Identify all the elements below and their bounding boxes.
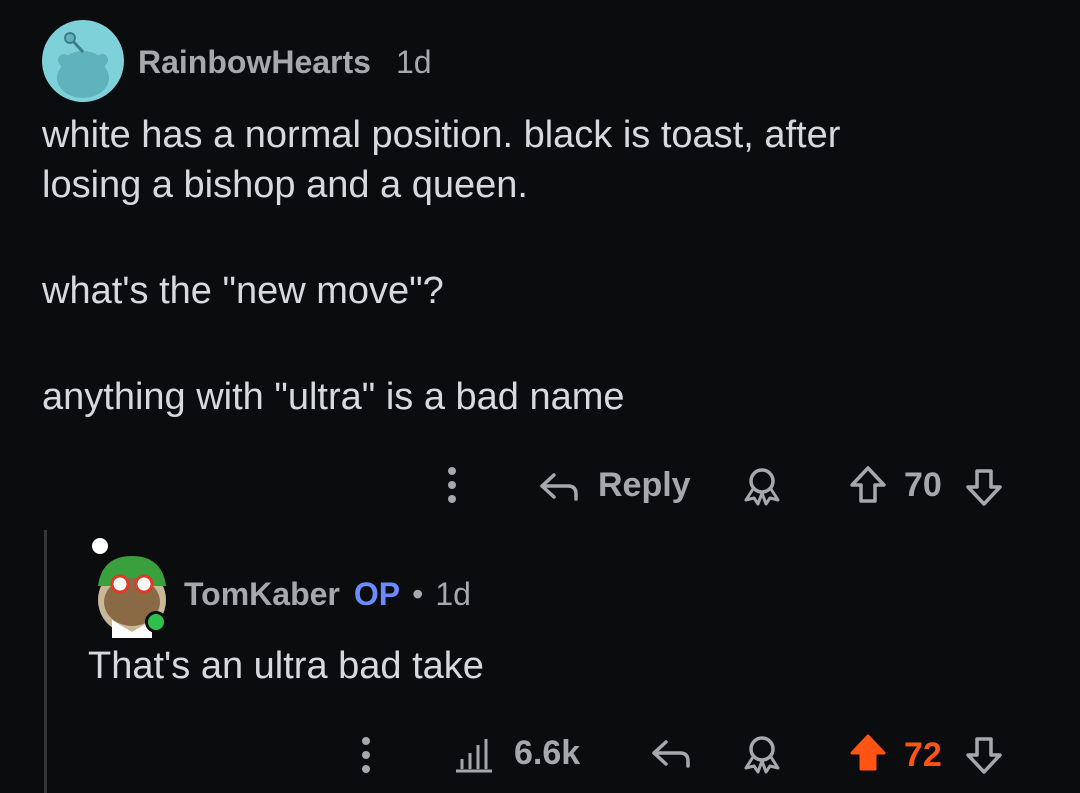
award-icon (744, 736, 780, 774)
separator-dot: • (412, 576, 424, 612)
reply-button[interactable]: Reply (538, 466, 691, 505)
award-button[interactable] (740, 734, 784, 774)
award-button[interactable] (740, 466, 784, 506)
comment-line: anything with "ultra" is a bad name (42, 376, 625, 418)
upvote-icon (850, 734, 886, 771)
snoo-avatar-icon (92, 538, 167, 638)
comment-timestamp: 1d (396, 44, 432, 80)
award-icon (744, 468, 780, 506)
vote-score: 72 (904, 736, 942, 774)
op-badge: OP (353, 576, 401, 612)
avatar[interactable] (88, 534, 172, 638)
more-options-button[interactable] (444, 466, 460, 504)
snoo-avatar-icon (57, 32, 109, 98)
reply-arrow-icon (540, 472, 578, 501)
more-vertical-icon (362, 737, 370, 773)
comment-body: That's an ultra bad take (88, 645, 484, 687)
comment-timestamp: 1d (435, 576, 471, 612)
downvote-icon (966, 469, 1002, 506)
upvote-button[interactable] (848, 464, 888, 506)
more-vertical-icon (448, 467, 456, 503)
stats-icon (456, 738, 492, 772)
downvote-button[interactable] (964, 466, 1004, 508)
comment-author[interactable]: TomKaber (184, 576, 340, 613)
reply-label: Reply (598, 466, 691, 504)
comment-line: what's the "new move"? (42, 270, 444, 312)
downvote-button[interactable] (964, 734, 1004, 776)
comment-header: TomKaber OP • 1d (184, 576, 471, 613)
upvote-button[interactable] (848, 732, 888, 774)
reply-button[interactable] (650, 736, 692, 770)
reply-arrow-icon (652, 740, 690, 768)
insights-button[interactable]: 6.6k (452, 734, 580, 773)
upvote-icon (850, 466, 886, 503)
view-count: 6.6k (514, 734, 581, 772)
downvote-icon (966, 737, 1002, 774)
thread-line[interactable] (44, 530, 47, 793)
vote-score: 70 (904, 466, 942, 504)
comment-author[interactable]: RainbowHearts (138, 44, 371, 81)
more-options-button[interactable] (358, 736, 374, 774)
comment-line: white has a normal position. black is to… (42, 114, 841, 156)
comment-body: white has a normal position. black is to… (42, 110, 1052, 210)
comment-line: losing a bishop and a queen. (42, 164, 528, 206)
avatar[interactable] (42, 20, 124, 102)
